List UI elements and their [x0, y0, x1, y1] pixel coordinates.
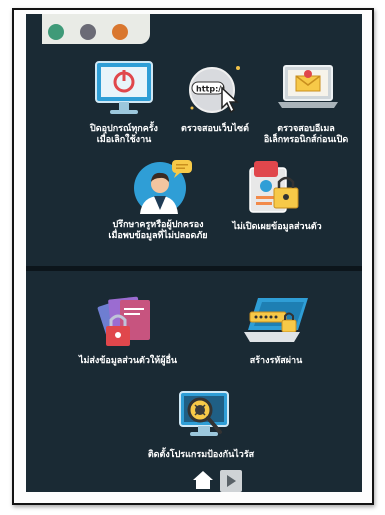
url-text: http://: [196, 85, 224, 94]
id-card-lock-icon[interactable]: [244, 158, 304, 216]
circle-icon: [80, 24, 96, 40]
tile-label: สร้างรหัสผ่าน: [249, 356, 303, 366]
tile-label: ไม่ส่งข้อมูลส่วนตัวให้ผู้อื่น: [78, 356, 178, 366]
home-icon[interactable]: [192, 470, 214, 490]
tile-label: ตรวจสอบเว็บไซต์: [181, 124, 249, 134]
tile-label: ปรึกษาครูหรือผู้ปกครอง เมื่อพบข้อมูลที่ไ…: [108, 220, 208, 241]
section-divider: [26, 266, 362, 271]
tile-label: ไม่เปิดเผยข้อมูลส่วนตัว: [232, 222, 322, 232]
advisor-speech-icon[interactable]: [132, 156, 194, 216]
circle-icon: [112, 24, 128, 40]
slide-screen: ปิดอุปกรณ์ทุกครั้ง เมื่อเลิกใช้งาน http:…: [26, 14, 362, 492]
circle-icon: [48, 24, 64, 40]
documents-lock-icon[interactable]: [96, 292, 158, 350]
monitor-power-icon[interactable]: [94, 60, 154, 118]
laptop-mail-icon[interactable]: [276, 62, 340, 114]
browser-cursor-icon[interactable]: http://: [184, 62, 246, 114]
top-tab: [42, 14, 150, 44]
tile-label: ติดตั้งโปรแกรมป้องกันไวรัส: [147, 450, 255, 460]
play-next-icon[interactable]: [220, 470, 242, 492]
laptop-password-icon[interactable]: [244, 296, 314, 348]
tile-label: ตรวจสอบอีเมล อิเล็กทรอนิกส์ก่อนเปิด: [263, 124, 349, 145]
virus-scan-icon[interactable]: [174, 388, 234, 444]
tile-label: ปิดอุปกรณ์ทุกครั้ง เมื่อเลิกใช้งาน: [90, 124, 158, 145]
